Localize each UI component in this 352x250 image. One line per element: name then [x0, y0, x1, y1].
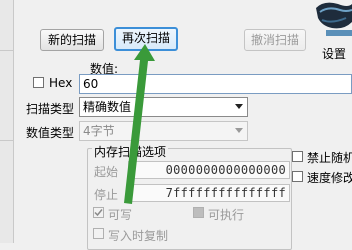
speed-hack-label: 速度修改 [307, 171, 352, 185]
start-address-field[interactable]: 0000000000000000 [128, 161, 290, 179]
value-type-select[interactable]: 4字节 [79, 121, 248, 141]
writable-label: 可写 [108, 208, 133, 222]
stop-label: 停止 [94, 188, 119, 202]
stop-address-field[interactable]: 7fffffffffffffff [128, 184, 290, 202]
writable-checkbox[interactable] [93, 207, 104, 218]
scan-type-label: 扫描类型 [26, 102, 75, 116]
left-panel-edge [0, 0, 14, 243]
start-label: 起始 [94, 165, 119, 179]
new-scan-button[interactable]: 新的扫描 [40, 29, 104, 51]
chevron-down-icon [235, 128, 243, 133]
settings-label[interactable]: 设置 [322, 45, 346, 62]
check-icon [94, 209, 103, 217]
undo-scan-button[interactable]: 撤消扫描 [244, 29, 306, 51]
hex-label: Hex [49, 76, 73, 90]
speed-hack-checkbox[interactable] [292, 171, 303, 182]
disable-random-label: 禁止随机 [307, 151, 352, 165]
executable-checkbox[interactable] [193, 207, 204, 218]
value-type-value: 4字节 [83, 124, 115, 138]
scan-type-value: 精确数值 [83, 100, 132, 114]
disable-random-checkbox[interactable] [292, 151, 303, 162]
next-scan-button[interactable]: 再次扫描 [114, 27, 178, 51]
copy-on-write-checkbox[interactable] [93, 228, 104, 239]
copy-on-write-label: 写入时复制 [108, 229, 169, 243]
scan-type-select[interactable]: 精确数值 [79, 97, 248, 117]
value-input[interactable]: 60 [79, 74, 352, 94]
chevron-down-icon [235, 104, 243, 109]
hex-checkbox[interactable] [33, 77, 44, 88]
panel-divider [0, 140, 13, 141]
panel-divider [0, 50, 13, 51]
executable-label: 可执行 [208, 208, 245, 222]
app-logo-icon[interactable] [312, 0, 352, 44]
memory-scan-options-title: 内存扫描选项 [92, 143, 169, 160]
value-type-label: 数值类型 [26, 126, 75, 140]
